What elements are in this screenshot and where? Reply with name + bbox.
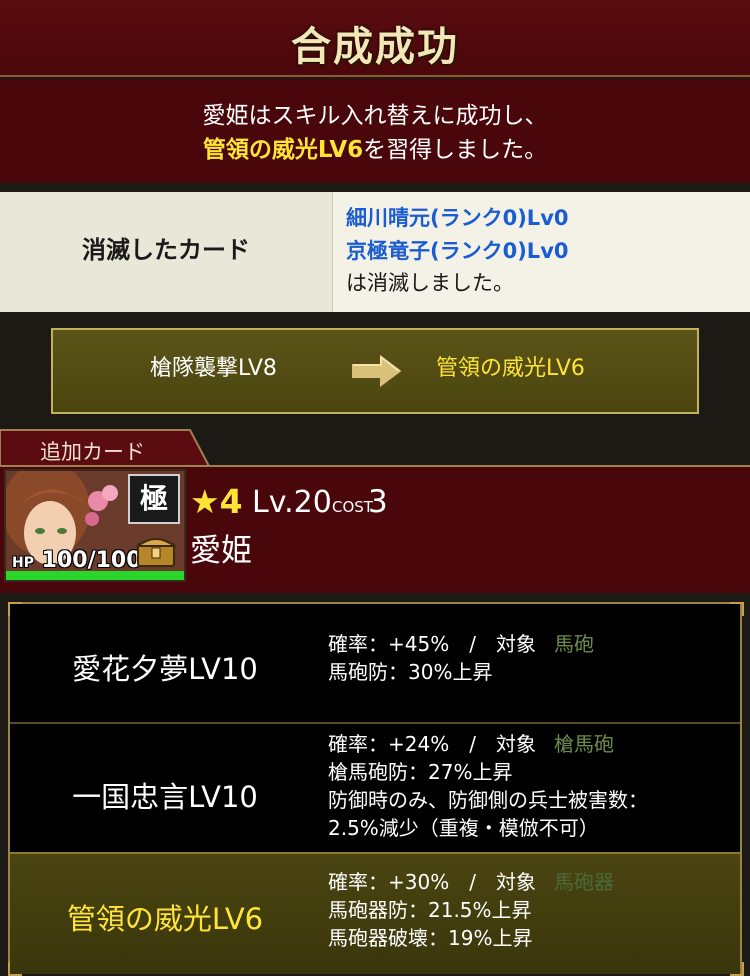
- skill-rate-line: 確率：+30% / 対象 馬砲器: [328, 868, 614, 896]
- skill-name: 管領の威光LV6: [66, 902, 264, 936]
- skill-name: 愛花夕夢LV10: [72, 652, 258, 686]
- result-message-line2: 管領の威光LV6を習得しました。: [0, 130, 750, 164]
- skill-info: 確率：+30% / 対象 馬砲器 馬砲器防：21.5%上昇 馬砲器破壊：19%上昇: [328, 868, 614, 952]
- consumed-card-1[interactable]: 細川晴元(ランク0)Lv0: [346, 202, 569, 232]
- skill-target: 槍馬砲: [553, 732, 614, 756]
- skill-info: 確率：+24% / 対象 槍馬砲 槍馬砲防：27%上昇 防御時のみ、防御側の兵士被害数…: [328, 730, 648, 842]
- skill-rate-line: 確率：+24% / 対象 槍馬砲: [328, 730, 648, 758]
- page-title: 合成成功: [291, 24, 459, 70]
- target-label: 対象: [495, 870, 536, 894]
- skill-rate: 確率：+30%: [328, 870, 450, 894]
- skill-effect: 馬砲器破壊：19%上昇: [328, 926, 533, 950]
- card-level: Lv.20: [252, 485, 332, 520]
- target-label: 対象: [495, 632, 536, 656]
- skill-effect: 防御時のみ、防御側の兵士被害数：: [328, 788, 648, 812]
- right-arrow-icon: [349, 351, 405, 395]
- separator: /: [469, 870, 476, 894]
- separator: /: [469, 732, 476, 756]
- skill-effect: 2.5%減少（重複・模倣不可）: [328, 816, 599, 840]
- result-message-suffix: を習得しました。: [363, 137, 548, 163]
- hp-value: 100/100: [41, 548, 142, 573]
- consumed-cards-label: 消滅したカード: [82, 236, 250, 264]
- consumed-suffix: は消滅しました。: [346, 271, 514, 295]
- new-skill-name: 管領の威光LV6: [436, 356, 585, 381]
- treasure-chest-icon: [135, 532, 177, 572]
- consumed-card-2[interactable]: 京極竜子(ランク0)Lv0: [346, 235, 569, 265]
- skill-row-3: 管領の威光LV6 確率：+30% / 対象 馬砲器 馬砲器防：21.5%上昇 馬砲器破…: [10, 854, 740, 972]
- skill-effect: 馬砲防：30%上昇: [328, 660, 493, 684]
- skill-row-2: 一国忠言LV10 確率：+24% / 対象 槍馬砲 槍馬砲防：27%上昇 防御時のみ、…: [10, 724, 740, 850]
- card-cost: 3: [368, 484, 388, 520]
- skill-target: 馬砲: [553, 632, 594, 656]
- corner-ornament: [730, 602, 744, 616]
- added-card-tab-label: 追加カード: [40, 440, 145, 464]
- skill-row-1: 愛花夕夢LV10 確率：+45% / 対象 馬砲 馬砲防：30%上昇: [10, 620, 740, 720]
- rank-badge: 極: [128, 474, 180, 524]
- skill-rate: 確率：+24%: [328, 732, 450, 756]
- skill-rate: 確率：+45%: [328, 632, 450, 656]
- skill-info: 確率：+45% / 対象 馬砲 馬砲防：30%上昇: [328, 630, 594, 686]
- card-name: 愛姫: [190, 533, 252, 569]
- target-label: 対象: [495, 732, 536, 756]
- old-skill-name: 槍隊襲撃LV8: [150, 356, 277, 381]
- skill-name: 一国忠言LV10: [72, 780, 258, 814]
- hp-readout: HP 100/100: [12, 548, 142, 573]
- cost-label: COST: [332, 498, 373, 516]
- result-message-line1: 愛姫はスキル入れ替えに成功し、: [202, 103, 548, 129]
- separator: /: [469, 632, 476, 656]
- skill-effect: 槍馬砲防：27%上昇: [328, 760, 513, 784]
- skill-rate-line: 確率：+45% / 対象 馬砲: [328, 630, 594, 658]
- rarity-stars: ★4: [190, 482, 243, 521]
- skill-effect: 馬砲器防：21.5%上昇: [328, 898, 532, 922]
- corner-ornament: [8, 602, 22, 616]
- hp-label: HP: [12, 555, 34, 571]
- acquired-skill-name: 管領の威光LV6: [202, 137, 364, 163]
- skill-target: 馬砲器: [553, 870, 614, 894]
